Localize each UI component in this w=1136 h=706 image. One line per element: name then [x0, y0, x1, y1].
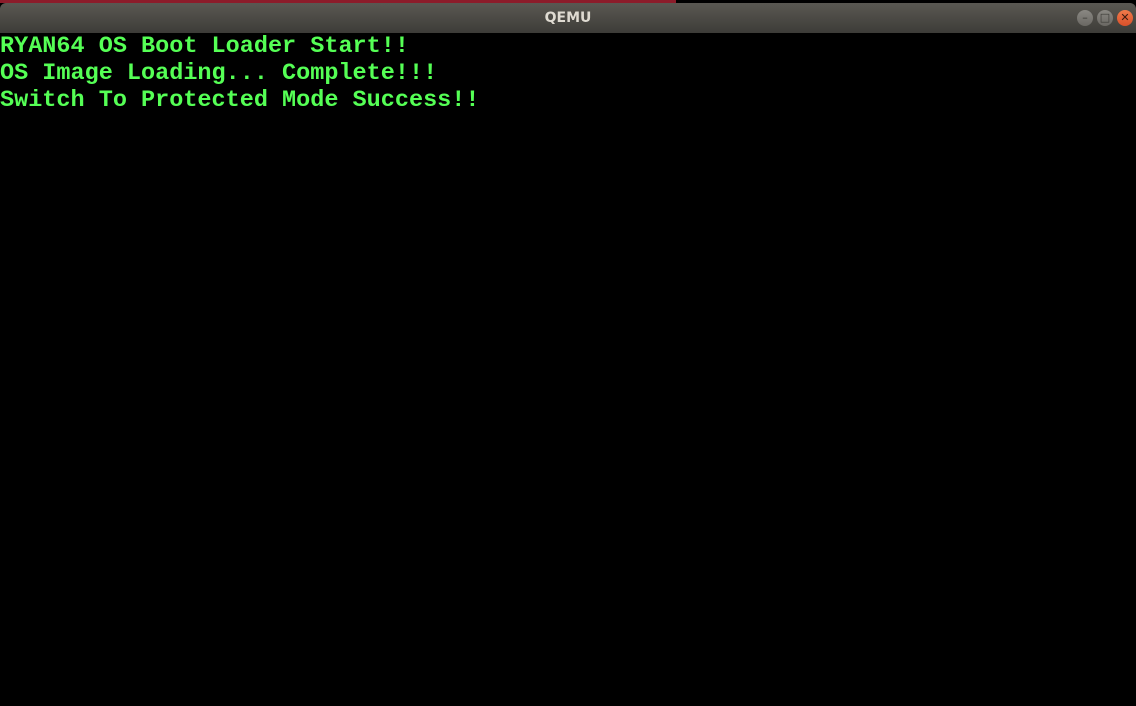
close-button[interactable]: ✕: [1117, 10, 1133, 26]
maximize-button[interactable]: □: [1097, 10, 1113, 26]
window-title: QEMU: [544, 10, 592, 26]
close-icon: ✕: [1120, 11, 1130, 24]
window-titlebar[interactable]: QEMU – □ ✕: [0, 3, 1136, 33]
vm-display[interactable]: RYAN64 OS Boot Loader Start!! OS Image L…: [0, 33, 1136, 706]
console-line: OS Image Loading... Complete!!!: [0, 60, 438, 87]
console-line: RYAN64 OS Boot Loader Start!!: [0, 33, 409, 60]
maximize-icon: □: [1099, 11, 1111, 24]
console-line: Switch To Protected Mode Success!!: [0, 87, 480, 114]
minimize-icon: –: [1082, 11, 1088, 24]
minimize-button[interactable]: –: [1077, 10, 1093, 26]
